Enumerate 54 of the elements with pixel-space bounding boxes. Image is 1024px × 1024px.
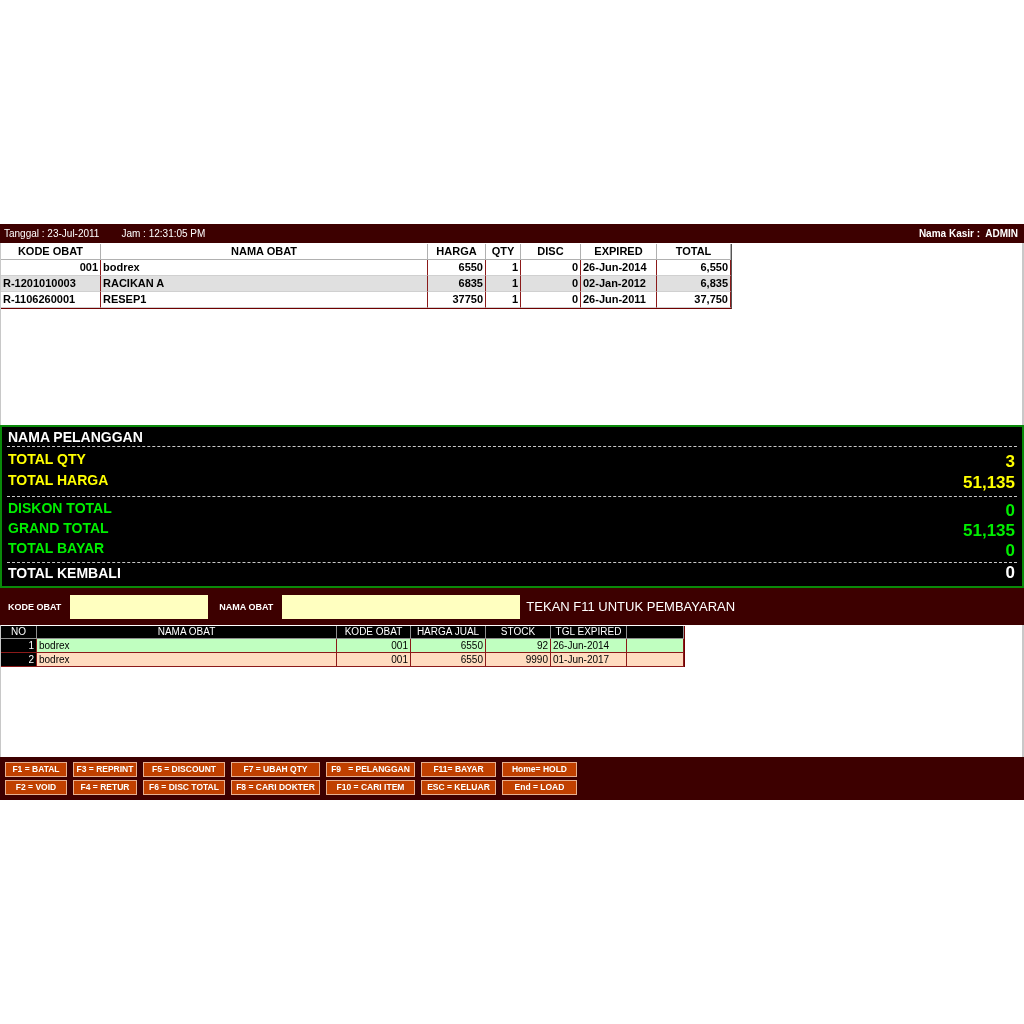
function-key-button[interactable]: F1 = BATAL — [5, 762, 67, 777]
function-key-button[interactable]: F11= BAYAR — [421, 762, 496, 777]
function-key-button[interactable]: F3 = REPRINT — [73, 762, 137, 777]
summary-value: 51,135 — [963, 473, 1015, 493]
summary-label: TOTAL QTY — [8, 451, 86, 467]
cashier-label: Nama Kasir : ADMIN — [918, 227, 1018, 240]
table-cell: 37750 — [428, 292, 486, 308]
function-key-button[interactable]: F10 = CARI ITEM — [326, 780, 415, 795]
summary-value: 0 — [1005, 541, 1015, 561]
date-label: Tanggal : 23-Jul-2011 — [4, 227, 100, 240]
cart-row[interactable]: R-1201010003 RACIKAN A 6835 1 0 02-Jan-2012 6,835 — [1, 276, 731, 292]
table-cell: 001 — [337, 653, 411, 667]
summary-label: GRAND TOTAL — [8, 520, 109, 536]
table-cell: 0 — [521, 292, 581, 308]
function-key-button[interactable]: F5 = DISCOUNT — [143, 762, 225, 777]
function-key-button[interactable]: F4 = RETUR — [73, 780, 137, 795]
summary-label: TOTAL BAYAR — [8, 540, 105, 556]
table-cell: 6550 — [411, 653, 486, 667]
input-field[interactable] — [70, 594, 209, 619]
table-cell: RESEP1 — [101, 292, 428, 308]
input-field[interactable] — [282, 594, 521, 619]
table-cell: 26-Jun-2011 — [581, 292, 657, 308]
table-cell: 2 — [1, 653, 37, 667]
summary-value: 0 — [1005, 501, 1015, 521]
time-label: Jam : 12:31:05 PM — [121, 227, 206, 240]
field-label: KODE OBAT — [8, 601, 62, 612]
summary-label: TOTAL HARGA — [8, 472, 109, 488]
field-label: NAMA OBAT — [219, 601, 274, 612]
summary-value: 51,135 — [963, 521, 1015, 541]
function-key-button[interactable]: F6 = DISC TOTAL — [143, 780, 225, 795]
function-key-button[interactable]: F8 = CARI DOKTER — [231, 780, 320, 795]
table-cell: 1 — [1, 639, 37, 653]
function-key-button[interactable]: ESC = KELUAR — [421, 780, 496, 795]
summary-label: TOTAL KEMBALI — [8, 565, 121, 581]
table-cell: 9990 — [486, 653, 551, 667]
function-key-button[interactable]: End = LOAD — [502, 780, 577, 795]
summary-label: NAMA PELANGGAN — [8, 429, 143, 445]
function-key-button[interactable]: F2 = VOID — [5, 780, 67, 795]
function-key-button[interactable]: Home= HOLD — [502, 762, 577, 777]
result-row[interactable]: 1 bodrex 001 6550 92 26-Jun-2014 — [1, 639, 684, 653]
summary-value: 3 — [1005, 452, 1015, 472]
payment-hint: TEKAN F11 UNTUK PEMBAYARAN — [526, 599, 736, 614]
table-cell: 37,750 — [657, 292, 731, 308]
table-cell: 1 — [486, 292, 521, 308]
summary-value: 0 — [1005, 563, 1015, 583]
table-cell: R-1106260001 — [1, 292, 101, 308]
table-cell: 01-Jun-2017 — [551, 653, 627, 667]
function-key-button[interactable]: F9 = PELANGGAN — [326, 762, 415, 777]
table-cell: bodrex — [37, 653, 337, 667]
result-row[interactable]: 2 bodrex 001 6550 9990 01-Jun-2017 — [1, 653, 684, 667]
cart-row[interactable]: 001 bodrex 6550 1 0 26-Jun-2014 6,550 — [1, 260, 731, 276]
cart-row[interactable]: R-1106260001 RESEP1 37750 1 0 26-Jun-2011 37,750 — [1, 292, 731, 308]
summary-label: DISKON TOTAL — [8, 500, 112, 516]
function-key-button[interactable]: F7 = UBAH QTY — [231, 762, 320, 777]
